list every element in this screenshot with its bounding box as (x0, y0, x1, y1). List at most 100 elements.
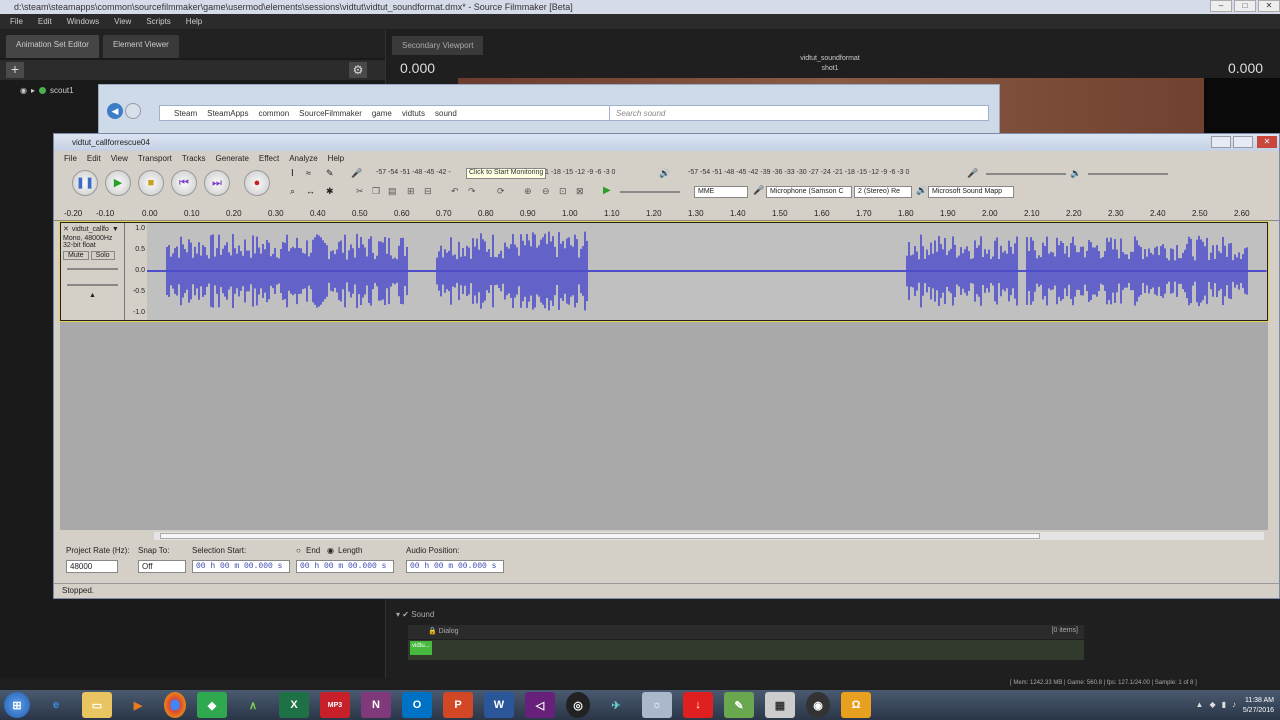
path-sound[interactable]: sound (435, 109, 457, 118)
play-speed-slider[interactable] (620, 191, 680, 193)
menu-scripts[interactable]: Scripts (146, 17, 170, 26)
audacity-maximize-button[interactable] (1233, 136, 1253, 148)
record-button[interactable]: ● (244, 170, 270, 196)
ie-icon[interactable]: e (41, 692, 71, 718)
gear-icon[interactable]: ⚙ (349, 62, 367, 78)
clock[interactable]: 11:38 AM 5/27/2016 (1243, 696, 1274, 716)
project-rate-select[interactable]: 48000 (66, 560, 118, 573)
path-sourcefilmmaker[interactable]: SourceFilmmaker (299, 109, 362, 118)
pause-button[interactable]: ❚❚ (72, 170, 98, 196)
sfm-icon[interactable]: ☼ (642, 692, 672, 718)
back-arrow-icon[interactable]: ◀ (107, 103, 123, 119)
app-icon[interactable]: ✈ (601, 692, 631, 718)
collapse-track-icon[interactable]: ▲ (61, 292, 124, 299)
lock-icon[interactable]: 🔒 (428, 628, 437, 635)
visual-studio-icon[interactable]: ◁ (525, 692, 555, 718)
mute-button[interactable]: Mute (63, 251, 89, 260)
powerpoint-icon[interactable]: P (443, 692, 473, 718)
audio-position-input[interactable]: 00 h 00 m 00.000 s (406, 560, 504, 573)
selection-length-input[interactable]: 00 h 00 m 00.000 s (296, 560, 394, 573)
host-select[interactable]: MME (694, 186, 748, 198)
waveform-area[interactable] (146, 223, 1267, 320)
cut-icon[interactable]: ✂ (356, 186, 364, 197)
gain-slider[interactable] (67, 268, 118, 270)
sound-clip[interactable]: vidtu... (410, 641, 432, 655)
explorer-address-bar[interactable]: Steam SteamApps common SourceFilmmaker g… (159, 105, 639, 121)
calculator-icon[interactable]: ▦ (765, 692, 795, 718)
check-icon[interactable]: ✔ (402, 610, 409, 619)
tray-app-icon[interactable]: ◆ (1209, 700, 1215, 709)
undo-icon[interactable]: ↶ (451, 186, 459, 197)
timeshift-tool-icon[interactable]: ↔ (306, 186, 315, 196)
horizontal-scrollbar[interactable] (154, 532, 1264, 540)
track-close-icon[interactable]: ✕ (63, 225, 69, 233)
empty-track-area[interactable] (60, 322, 1268, 530)
playback-volume-slider[interactable] (1088, 173, 1168, 175)
aud-menu-edit[interactable]: Edit (87, 154, 101, 163)
selection-tool-icon[interactable]: I (291, 168, 294, 179)
stop-button[interactable]: ■ (138, 170, 164, 196)
envelope-tool-icon[interactable]: ≈ (306, 168, 311, 178)
time-ruler[interactable]: -0.20 -0.10 0.00 0.10 0.20 0.30 0.40 0.5… (54, 207, 1279, 221)
aud-menu-effect[interactable]: Effect (259, 154, 279, 163)
aud-menu-generate[interactable]: Generate (216, 154, 249, 163)
expand-arrow-icon[interactable]: ▸ (31, 86, 35, 95)
mic-volume-slider[interactable] (986, 173, 1066, 175)
trim-icon[interactable]: ⊞ (407, 186, 415, 197)
close-button[interactable]: ✕ (1258, 0, 1280, 12)
minimize-button[interactable]: – (1210, 0, 1232, 12)
menu-help[interactable]: Help (186, 17, 202, 26)
tray-network-icon[interactable]: ▮ (1222, 700, 1226, 709)
copy-icon[interactable]: ❐ (372, 186, 380, 197)
notepad-icon[interactable]: ✎ (724, 692, 754, 718)
path-vidtuts[interactable]: vidtuts (402, 109, 425, 118)
menu-edit[interactable]: Edit (38, 17, 52, 26)
aud-menu-file[interactable]: File (64, 154, 77, 163)
download-icon[interactable]: ↓ (683, 692, 713, 718)
folder-icon[interactable]: ▭ (82, 692, 112, 718)
tab-animation-set-editor[interactable]: Animation Set Editor (6, 35, 99, 58)
scrollbar-thumb[interactable] (160, 533, 1040, 539)
aud-menu-view[interactable]: View (111, 154, 128, 163)
explorer-search-input[interactable]: Search sound (609, 105, 989, 121)
record-meter-scale-right[interactable]: 1 -18 -15 -12 -9 -6 -3 0 (545, 169, 615, 180)
dialog-clip-track[interactable] (408, 640, 1084, 660)
end-radio[interactable]: ○ (296, 546, 301, 555)
android-studio-icon[interactable]: ∧ (238, 692, 268, 718)
evernote-icon[interactable]: ◆ (197, 692, 227, 718)
solo-button[interactable]: Solo (90, 251, 115, 260)
channels-select[interactable]: 2 (Stereo) Re (854, 186, 912, 198)
track-name[interactable]: vidtut_callfo (72, 226, 109, 233)
aud-menu-tracks[interactable]: Tracks (182, 154, 206, 163)
input-device-select[interactable]: Microphone (Samson C (766, 186, 852, 198)
camera-icon[interactable]: ◉ (806, 692, 830, 718)
sync-lock-icon[interactable]: ⟳ (497, 186, 505, 197)
aud-menu-help[interactable]: Help (328, 154, 344, 163)
path-steamapps[interactable]: SteamApps (207, 109, 248, 118)
add-animation-set-button[interactable]: + (6, 62, 24, 78)
playback-meter-scale[interactable]: -57 -54 -51 -48 -45 -42 -39 -36 -33 -30 … (688, 169, 909, 180)
fit-selection-icon[interactable]: ⊡ (559, 186, 567, 197)
forward-arrow-icon[interactable] (125, 103, 141, 119)
windows-start-icon[interactable]: ⊞ (4, 692, 30, 718)
snap-to-select[interactable]: Off (138, 560, 186, 573)
fit-project-icon[interactable]: ⊠ (576, 186, 584, 197)
zoom-out-icon[interactable]: ⊖ (542, 186, 550, 197)
media-player-icon[interactable]: ▶ (123, 692, 153, 718)
zoom-in-icon[interactable]: ⊕ (524, 186, 532, 197)
tab-secondary-viewport[interactable]: Secondary Viewport (392, 36, 484, 55)
zoom-tool-icon[interactable]: ⌕ (290, 186, 295, 197)
chrome-icon[interactable] (164, 692, 186, 718)
pan-slider[interactable] (67, 284, 118, 286)
record-meter-scale[interactable]: -57 -54 -51 -48 -45 -42 - (376, 169, 451, 180)
menu-view[interactable]: View (114, 17, 131, 26)
menu-file[interactable]: File (10, 17, 23, 26)
excel-icon[interactable]: X (279, 692, 309, 718)
audacity-close-button[interactable]: ✕ (1257, 136, 1277, 148)
path-common[interactable]: common (258, 109, 289, 118)
paste-icon[interactable]: ▤ (388, 186, 397, 197)
audacity-minimize-button[interactable] (1211, 136, 1231, 148)
eye-icon[interactable]: ◉ (20, 86, 27, 95)
aud-menu-transport[interactable]: Transport (138, 154, 172, 163)
mp3-icon[interactable]: MP3 (320, 692, 350, 718)
